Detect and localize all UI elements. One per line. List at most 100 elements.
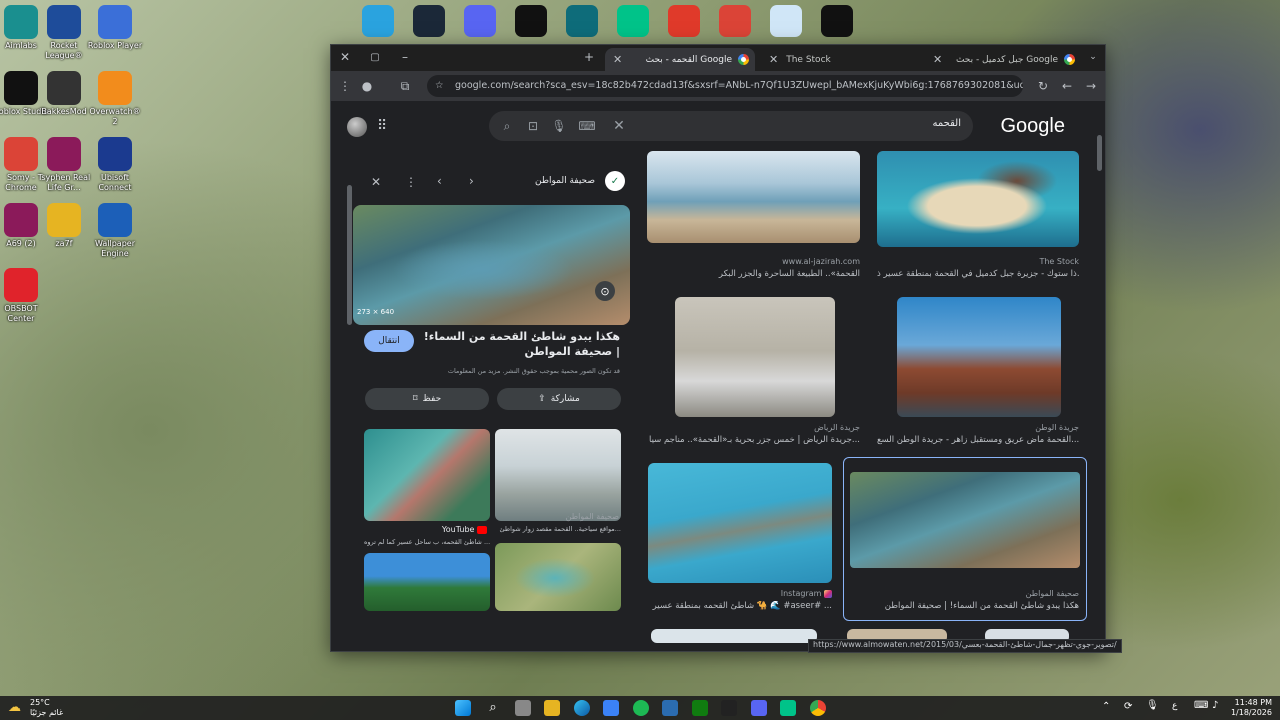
- start-icon[interactable]: [455, 700, 471, 716]
- desktop-shortcut[interactable]: Ubisoft Connect: [87, 137, 143, 193]
- next-icon[interactable]: ›: [469, 174, 474, 188]
- game-icon[interactable]: [780, 700, 796, 716]
- clear-icon[interactable]: ✕: [611, 118, 627, 134]
- page-scrollbar[interactable]: [1097, 135, 1102, 171]
- related-caption[interactable]: شاطئ القحمه، ب ساحل عسير كما لم تروه ...: [364, 538, 490, 546]
- desktop-shortcut[interactable]: Tsyphen Real Life Gr...: [36, 137, 92, 193]
- app-icon[interactable]: [721, 700, 737, 716]
- result-caption[interactable]: القحمة».. الطبيعة الساحرة والجزر البكر: [647, 269, 860, 279]
- discord-icon[interactable]: [751, 700, 767, 716]
- back-icon[interactable]: →: [1081, 76, 1101, 96]
- profile-icon[interactable]: ●: [357, 76, 377, 96]
- search-icon[interactable]: ⌕: [499, 118, 515, 134]
- weather-icon[interactable]: ☁: [8, 700, 21, 715]
- lens-search-icon[interactable]: ⊙: [595, 281, 615, 301]
- file-explorer-icon[interactable]: [544, 700, 560, 716]
- search-box[interactable]: ⌕ ⊡ 🎙 ⌨ ✕ القحمه: [489, 111, 973, 141]
- volume-icon[interactable]: ♪: [1212, 700, 1218, 711]
- steam-icon[interactable]: [413, 5, 445, 37]
- close-icon[interactable]: ✕: [933, 53, 942, 66]
- clock-time[interactable]: 11:48 PM: [1235, 698, 1272, 707]
- result-source[interactable]: Instagram: [648, 589, 832, 598]
- desktop-shortcut[interactable]: za7f: [36, 203, 92, 249]
- result-image[interactable]: [675, 297, 835, 417]
- related-image[interactable]: [495, 429, 621, 521]
- tab-search-active[interactable]: ✕ القحمه - بحث Google: [605, 48, 755, 71]
- source-name[interactable]: صحيفة المواطن: [535, 176, 595, 186]
- store-icon[interactable]: [603, 700, 619, 716]
- diamond-icon[interactable]: [566, 5, 598, 37]
- chrome-icon[interactable]: [810, 700, 826, 716]
- restore-icon[interactable]: ▢: [365, 47, 385, 67]
- result-source[interactable]: صحيفة المواطن: [849, 589, 1079, 598]
- result-source[interactable]: جريدة الرياض: [647, 423, 860, 432]
- telegram-icon[interactable]: [362, 5, 394, 37]
- close-icon[interactable]: ✕: [371, 175, 381, 189]
- chrome-icon[interactable]: [719, 5, 751, 37]
- related-source[interactable]: صحيفة المواطن: [495, 512, 619, 521]
- related-caption[interactable]: مواقع سياحية.. القحمة مقصد زوار شواطئ...: [495, 525, 622, 533]
- result-source[interactable]: جريدة الوطن: [877, 423, 1079, 432]
- result-caption[interactable]: ذا ستوك - جزيرة جبل كدميل في القحمة بمنط…: [877, 269, 1079, 279]
- result-image[interactable]: [897, 297, 1061, 417]
- result-source[interactable]: www.al-jazirah.com: [647, 257, 860, 266]
- mic-icon[interactable]: 🎙: [551, 118, 567, 134]
- edge-icon[interactable]: [574, 700, 590, 716]
- extensions-icon[interactable]: ⧉: [395, 76, 415, 96]
- network-icon[interactable]: ⌨: [1194, 700, 1208, 711]
- star-icon[interactable]: ☆: [435, 75, 444, 97]
- more-options-icon[interactable]: ⋮: [405, 175, 417, 189]
- tray-chevron-icon[interactable]: ⌃: [1102, 701, 1110, 712]
- preview-image[interactable]: [353, 205, 630, 325]
- google-logo[interactable]: Google: [1001, 115, 1066, 138]
- result-image[interactable]: [651, 629, 817, 643]
- close-icon[interactable]: ✕: [769, 53, 778, 66]
- menu-icon[interactable]: ⋮: [335, 76, 355, 96]
- preview-scrollbar[interactable]: [347, 185, 352, 325]
- recycle-bin-icon[interactable]: [770, 5, 802, 37]
- account-avatar[interactable]: [347, 117, 367, 137]
- close-icon[interactable]: ✕: [613, 53, 622, 66]
- forward-icon[interactable]: ←: [1057, 76, 1077, 96]
- desktop-shortcut[interactable]: OBSBOT Center: [0, 268, 49, 324]
- result-caption[interactable]: شاطئ القحمه بمنطقة عسير 🐪 🌊 #aseer# ...: [648, 601, 832, 611]
- app-icon[interactable]: [662, 700, 678, 716]
- tab-search-second[interactable]: ✕ جبل كدميل - بحث Google: [925, 48, 1081, 71]
- language-indicator[interactable]: ع: [1172, 701, 1177, 711]
- search-icon[interactable]: ⌕: [485, 700, 501, 716]
- desktop-shortcut[interactable]: Wallpaper Engine: [87, 203, 143, 259]
- discord-icon[interactable]: [464, 5, 496, 37]
- tray-app-icon[interactable]: ⟳: [1124, 701, 1132, 712]
- result-caption[interactable]: هكذا يبدو شاطئ القحمة من السماء! | صحيفة…: [849, 601, 1079, 611]
- app-icon[interactable]: [515, 5, 547, 37]
- result-caption[interactable]: جريدة الرياض | خمس جزر بحرية بـ«القحمة».…: [647, 435, 860, 445]
- result-image[interactable]: [647, 151, 860, 243]
- related-source[interactable]: YouTube: [367, 525, 487, 534]
- address-bar[interactable]: ☆ google.com/search?sca_esv=18c82b472cda…: [427, 75, 1023, 97]
- capcut-icon[interactable]: [821, 5, 853, 37]
- clock-date[interactable]: 1/18/2026: [1231, 708, 1272, 717]
- preview-title[interactable]: هكذا يبدو شاطئ القحمة من السماء! | صحيفة…: [417, 329, 620, 359]
- desktop-shortcut[interactable]: Rocket League®: [36, 5, 92, 61]
- task-view-icon[interactable]: [515, 700, 531, 716]
- result-caption[interactable]: القحمة ماض عريق ومستقبل زاهر - جريدة الو…: [877, 435, 1079, 445]
- weather-desc[interactable]: غائم جزئيًا: [30, 708, 63, 717]
- related-image[interactable]: [495, 543, 621, 611]
- visit-button[interactable]: انتقال: [364, 330, 414, 352]
- tab-list-icon[interactable]: ⌄: [1083, 47, 1103, 67]
- game-icon[interactable]: [617, 5, 649, 37]
- minimize-icon[interactable]: –: [395, 47, 415, 67]
- previous-icon[interactable]: ‹: [437, 174, 442, 188]
- result-image[interactable]: [877, 151, 1079, 247]
- reload-icon[interactable]: ↻: [1033, 76, 1053, 96]
- tab-search-icon[interactable]: ✕: [335, 47, 355, 67]
- related-image[interactable]: [364, 429, 490, 521]
- tab-the-stock[interactable]: ✕ The Stock: [761, 48, 911, 71]
- save-button[interactable]: ⌑ حفظ: [365, 388, 489, 410]
- lens-icon[interactable]: ⊡: [525, 118, 541, 134]
- share-button[interactable]: ⇪ مشاركة: [497, 388, 621, 410]
- weather-temp[interactable]: 25°C: [30, 698, 50, 707]
- spotify-icon[interactable]: [633, 700, 649, 716]
- desktop-shortcut[interactable]: Roblox Player: [87, 5, 143, 51]
- related-image[interactable]: [364, 553, 490, 611]
